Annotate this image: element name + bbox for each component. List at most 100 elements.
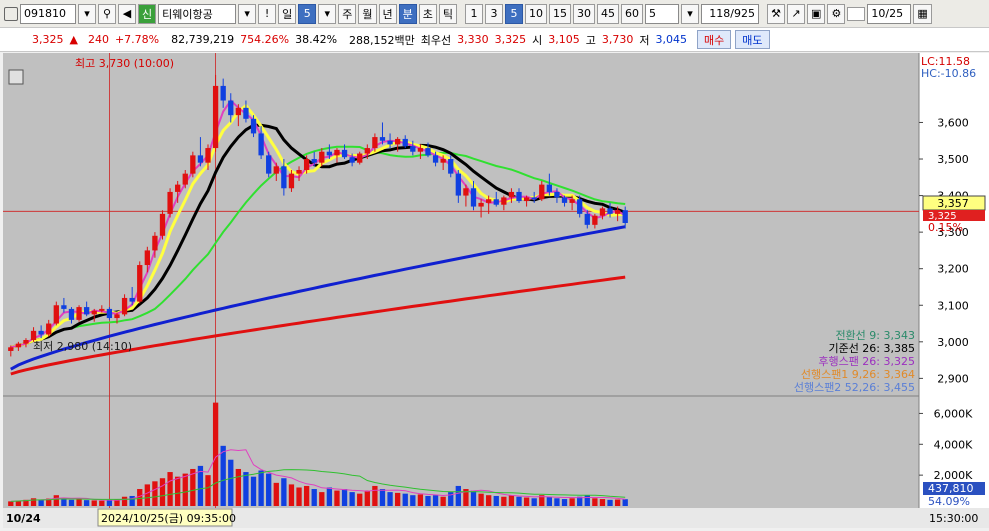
volume-bar <box>319 492 325 506</box>
candle-body <box>129 297 135 302</box>
candle-body <box>349 157 355 163</box>
volume-bar <box>68 499 75 506</box>
candle-body <box>281 166 287 189</box>
save-icon[interactable]: ▣ <box>807 3 826 24</box>
volume-bar <box>243 472 249 506</box>
volume-bar <box>455 485 461 506</box>
chart-area[interactable]: 2,9003,0003,1003,2003,3003,4003,5003,600… <box>3 53 989 528</box>
buy-button[interactable]: 매수 <box>697 30 732 49</box>
volume-bar <box>394 492 401 506</box>
draw-line-icon[interactable]: ↗ <box>787 3 805 24</box>
candle-body <box>410 146 416 152</box>
volume-bar <box>387 492 393 506</box>
volume-bar <box>83 500 90 506</box>
candle-body <box>205 148 211 163</box>
sell-button[interactable]: 매도 <box>735 30 770 49</box>
volume-tick-label: 6,000K <box>934 407 973 420</box>
candle-body <box>76 307 82 320</box>
interval-dropdown[interactable]: ▾ <box>681 3 699 24</box>
candle-body <box>470 188 477 207</box>
ichimoku-conversion-label: 전환선 9: 3,343 <box>835 329 915 342</box>
tools-icon[interactable]: ⚒ <box>767 3 785 24</box>
date-input[interactable]: 10/25 <box>867 3 912 24</box>
up-arrow-icon: ▲ <box>69 33 78 46</box>
candle-body <box>228 100 234 116</box>
volume-bar <box>425 495 431 506</box>
price-tick-label: 3,600 <box>937 116 969 129</box>
candle-body <box>508 191 515 198</box>
volume-bar <box>167 472 173 506</box>
stock-list-button[interactable]: ▾ <box>238 3 257 24</box>
main-toolbar: 091810 ▾ ⚲ ◀ 신 티웨이항공 ▾ ! 일 5 ▾ 주 월 년 분 초… <box>0 0 989 28</box>
candle-body <box>250 118 257 134</box>
interval-input[interactable]: 5 <box>645 3 679 24</box>
credit-tag: 신 <box>138 3 157 24</box>
interval-3-button[interactable]: 3 <box>485 3 503 24</box>
period-day-button[interactable]: 일 <box>278 3 297 24</box>
candle-body <box>455 173 461 196</box>
volume-bar <box>266 473 272 506</box>
best-bid: 3,325 <box>494 33 527 46</box>
speaker-icon[interactable]: ◀ <box>118 3 136 24</box>
alert-button[interactable]: ! <box>258 3 277 24</box>
interval-30-button[interactable]: 30 <box>573 3 595 24</box>
period-month-button[interactable]: 월 <box>358 3 377 24</box>
candle-body <box>258 133 264 156</box>
candle-body <box>357 153 363 163</box>
candle-body <box>607 208 613 214</box>
volume-bar <box>334 490 340 506</box>
candle-body <box>432 155 439 163</box>
period-second-button[interactable]: 초 <box>418 3 437 24</box>
candle-body <box>554 191 560 198</box>
volume-bar <box>258 470 264 506</box>
candle-body <box>387 140 393 145</box>
stock-code-input[interactable]: 091810 <box>20 3 76 24</box>
low-annotation: 최저 2,980 (14:10) <box>33 340 132 353</box>
volume-bar <box>364 490 370 506</box>
settings-icon[interactable]: ⚙ <box>827 3 846 24</box>
grid-toggle-icon[interactable] <box>8 69 24 85</box>
interval-10-button[interactable]: 10 <box>525 3 547 24</box>
volume-bar <box>417 494 424 506</box>
candle-body <box>182 173 188 185</box>
calendar-icon[interactable]: ▦ <box>913 3 932 24</box>
day-count-dropdown[interactable]: ▾ <box>318 3 337 24</box>
candle-body <box>212 85 219 149</box>
candle-body <box>622 210 628 223</box>
interval-5-button[interactable]: 5 <box>505 3 523 24</box>
date-checkbox[interactable] <box>847 6 866 21</box>
layout-icon[interactable] <box>4 6 18 21</box>
code-dropdown-button[interactable]: ▾ <box>78 3 96 24</box>
trade-amount: 288,152백만 <box>349 33 415 47</box>
candle-body <box>273 166 279 174</box>
open-label: 시 <box>532 33 543 47</box>
volume-bar <box>614 499 621 506</box>
x-start-label: 10/24 <box>6 512 41 525</box>
volume-bar <box>175 476 181 506</box>
ichimoku-leading2-label: 선행스팬2 52,26: 3,455 <box>794 381 915 394</box>
interval-1-button[interactable]: 1 <box>465 3 483 24</box>
period-minute-button[interactable]: 분 <box>398 3 417 24</box>
candle-body <box>53 305 59 324</box>
interval-60-button[interactable]: 60 <box>621 3 643 24</box>
period-week-button[interactable]: 주 <box>338 3 357 24</box>
candle-body <box>99 308 105 311</box>
volume-bar <box>599 499 606 506</box>
period-year-button[interactable]: 년 <box>378 3 397 24</box>
candle-body <box>220 85 226 101</box>
search-icon[interactable]: ⚲ <box>98 3 116 24</box>
current-price-tag: 3,357 <box>937 197 969 210</box>
interval-45-button[interactable]: 45 <box>597 3 619 24</box>
volume-bar <box>76 499 82 506</box>
volume-bar <box>129 495 135 506</box>
volume-bar <box>432 495 439 506</box>
price-chart[interactable]: 2,9003,0003,1003,2003,3003,4003,5003,600… <box>3 53 989 528</box>
day-count-button[interactable]: 5 <box>298 3 317 24</box>
candle-body <box>23 339 29 344</box>
period-tick-button[interactable]: 틱 <box>438 3 457 24</box>
ichimoku-base-label: 기준선 26: 3,385 <box>828 342 915 355</box>
price-tick-label: 3,500 <box>937 153 969 166</box>
volume-bar <box>357 493 363 506</box>
volume-bar <box>273 482 279 506</box>
interval-15-button[interactable]: 15 <box>549 3 571 24</box>
